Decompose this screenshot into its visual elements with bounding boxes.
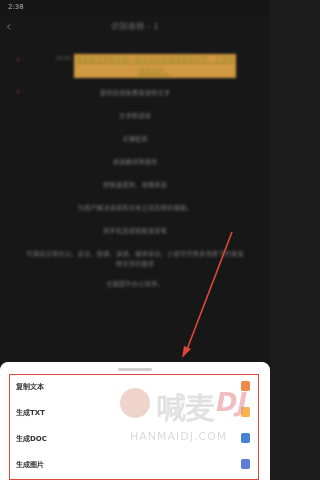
watermark-site: HANMAIDJ.COM (130, 430, 228, 443)
watermark-dj: DJ (216, 388, 248, 418)
option-label: 生成DOC (16, 435, 47, 443)
watermark: 喊麦 DJ HANMAIDJ.COM (120, 378, 268, 454)
option-label: 生成TXT (16, 409, 45, 417)
option-label: 复制文本 (16, 383, 44, 391)
image-icon (241, 459, 250, 469)
option-label: 生成图片 (16, 461, 44, 469)
watermark-logo-icon (120, 388, 150, 418)
generate-image-option[interactable]: 生成图片 (16, 456, 256, 476)
watermark-brand: 喊麦 (156, 392, 215, 427)
sheet-drag-handle[interactable] (118, 368, 152, 371)
